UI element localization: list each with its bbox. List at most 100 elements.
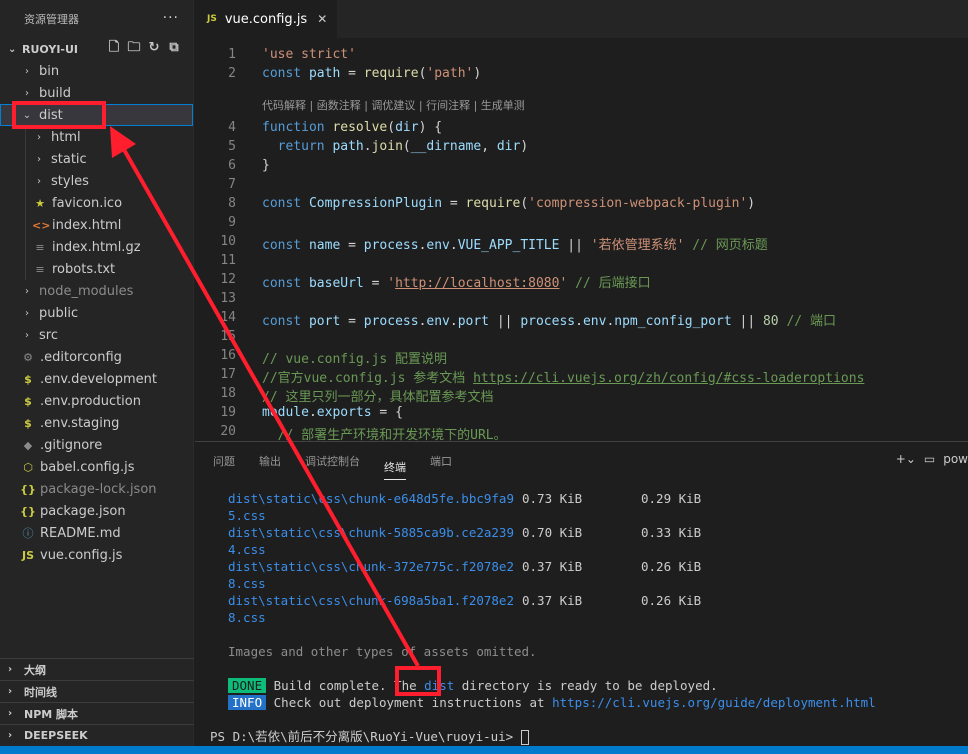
terminal-text: 5.css (228, 508, 266, 523)
explorer-header: 资源管理器 ··· (0, 0, 193, 38)
indent-guide (25, 214, 26, 236)
close-icon[interactable]: ✕ (317, 12, 327, 26)
folder-item[interactable]: › bin (0, 60, 193, 82)
status-bar (0, 746, 968, 754)
panel-tab[interactable]: 终端 (384, 454, 406, 480)
panel-tabs: 问题 输出 调试控制台 终端 端口 (195, 442, 968, 480)
new-folder-icon[interactable]: 🗀 (127, 41, 141, 55)
section-label: DEEPSEEK (24, 729, 88, 742)
sidebar-section[interactable]: › NPM 脚本 (0, 702, 194, 724)
asset-size: 0.70 KiB (522, 525, 583, 540)
babel-icon: ⬡ (23, 460, 33, 474)
shell-label[interactable]: pow (943, 452, 968, 466)
annotation-box-dist-folder (12, 101, 106, 129)
deploy-info-line: INFO Check out deployment instructions a… (228, 694, 876, 711)
folder-item[interactable]: › static (0, 148, 193, 170)
file-item[interactable]: JS vue.config.js (0, 544, 193, 566)
info-badge: INFO (228, 695, 267, 710)
asset-gzip-size: 0.29 KiB (641, 491, 702, 506)
file-item[interactable]: ⓘ README.md (0, 522, 193, 544)
panel-tab[interactable]: 调试控制台 (305, 442, 360, 480)
indent-guide (25, 170, 26, 192)
file-item[interactable]: ≡ index.html.gz (0, 236, 193, 258)
line-number: 16 (220, 348, 236, 363)
folder-item[interactable]: › node_modules (0, 280, 193, 302)
folder-item[interactable]: › styles (0, 170, 193, 192)
section-label: 时间线 (24, 685, 57, 699)
file-item[interactable]: ≡ robots.txt (0, 258, 193, 280)
code-line: const path = require('path') (262, 66, 482, 81)
new-file-icon[interactable]: 🗋 (107, 41, 121, 55)
html-file-icon: <> (32, 218, 51, 232)
json-file-icon: {} (20, 482, 36, 496)
env-file-icon: $ (24, 372, 32, 386)
indent-guide (25, 236, 26, 258)
file-item[interactable]: ⬡ babel.config.js (0, 456, 193, 478)
sidebar-section[interactable]: › DEEPSEEK (0, 724, 194, 746)
terminal-icon[interactable]: ▭ (924, 452, 935, 466)
asset-row-wrap: 4.css (228, 541, 266, 558)
file-item[interactable]: ◆ .gitignore (0, 434, 193, 456)
file-item[interactable]: ★ favicon.ico (0, 192, 193, 214)
editor-area: JS vue.config.js ✕ 1 'use strict' 2 const p… (195, 0, 968, 462)
project-name: RUOYI-UI (22, 42, 79, 56)
terminal-text: 4.css (228, 542, 266, 557)
folder-item[interactable]: › src (0, 324, 193, 346)
codelens-actions[interactable]: 代码解释 | 函数注释 | 调优建议 | 行间注释 | 生成单测 (262, 97, 525, 113)
terminal-text: dist\static\css\chunk-e648d5fe.bbc9fa9 (228, 491, 514, 506)
tree-item-label: .env.development (40, 371, 157, 387)
folder-item[interactable]: › public (0, 302, 193, 324)
asset-size: 0.37 KiB (522, 559, 583, 574)
panel-tab[interactable]: 输出 (259, 442, 281, 480)
panel-tab[interactable]: 端口 (430, 442, 452, 480)
file-item[interactable]: {} package.json (0, 500, 193, 522)
bottom-panel: 问题 输出 调试控制台 终端 端口 +⌄ ▭ pow dist\static\css\c… (195, 441, 968, 746)
explorer-title: 资源管理器 (24, 13, 79, 26)
line-number: 13 (220, 291, 236, 306)
asset-row: dist\static\css\chunk-372e775c.f2078e2 0.… (228, 558, 701, 575)
tab-vue-config[interactable]: JS vue.config.js ✕ (195, 0, 339, 38)
file-item[interactable]: $ .env.staging (0, 412, 193, 434)
tree-item-label: .env.staging (40, 415, 120, 431)
chevron-right-icon: › (8, 730, 13, 741)
sidebar-section[interactable]: › 大纲 (0, 658, 194, 680)
terminal-cursor (520, 730, 529, 745)
folder-item[interactable]: › html (0, 126, 193, 148)
line-number: 9 (228, 215, 236, 230)
code-line: const port = process.env.port || process… (262, 314, 836, 329)
tree-item-label: src (39, 327, 58, 343)
panel-tab[interactable]: 问题 (213, 442, 235, 480)
line-number: 19 (220, 405, 236, 420)
refresh-icon[interactable]: ↻ (147, 41, 161, 55)
line-number: 7 (228, 177, 236, 192)
panel-actions: +⌄ ▭ pow (896, 452, 968, 466)
file-item[interactable]: $ .env.development (0, 368, 193, 390)
asset-row: dist\static\css\chunk-5885ca9b.ce2a239 0.… (228, 524, 701, 541)
terminal-text: https://cli.vuejs.org/guide/deployment.h… (552, 695, 876, 710)
tree-item-label: .editorconfig (40, 349, 122, 365)
file-item[interactable]: ⚙ .editorconfig (0, 346, 193, 368)
section-label: NPM 脚本 (24, 707, 79, 721)
file-item[interactable]: {} package-lock.json (0, 478, 193, 500)
env-file-icon: $ (24, 394, 32, 408)
terminal-text: Check out deployment instructions at (273, 695, 553, 710)
file-item[interactable]: <> index.html (0, 214, 193, 236)
asset-row: dist\static\css\chunk-e648d5fe.bbc9fa9 0.… (228, 490, 701, 507)
sidebar-section[interactable]: › 时间线 (0, 680, 194, 702)
terminal-text: directory is ready to be deployed. (454, 678, 718, 693)
more-actions-icon[interactable]: ··· (163, 10, 179, 26)
collapse-all-icon[interactable]: ⧉ (167, 41, 181, 55)
add-terminal-icon[interactable]: +⌄ (896, 452, 916, 466)
project-root[interactable]: ⌄ RUOYI-UI 🗋 🗀 ↻ ⧉ (0, 38, 193, 60)
asset-row-wrap: 5.css (228, 507, 266, 524)
file-tree: › bin › build ⌄ dist › html › static › styles ★ favic… (0, 60, 193, 566)
line-number: 4 (228, 120, 236, 135)
terminal-text: dist\static\css\chunk-698a5ba1.f2078e2 (228, 593, 514, 608)
file-item[interactable]: $ .env.production (0, 390, 193, 412)
tree-item-label: index.html (52, 217, 122, 233)
terminal-text: 8.css (228, 576, 266, 591)
tab-label: vue.config.js (224, 11, 308, 27)
tree-item-label: build (39, 85, 71, 101)
code-line: 'use strict' (262, 47, 356, 62)
tree-item-label: html (51, 129, 81, 145)
